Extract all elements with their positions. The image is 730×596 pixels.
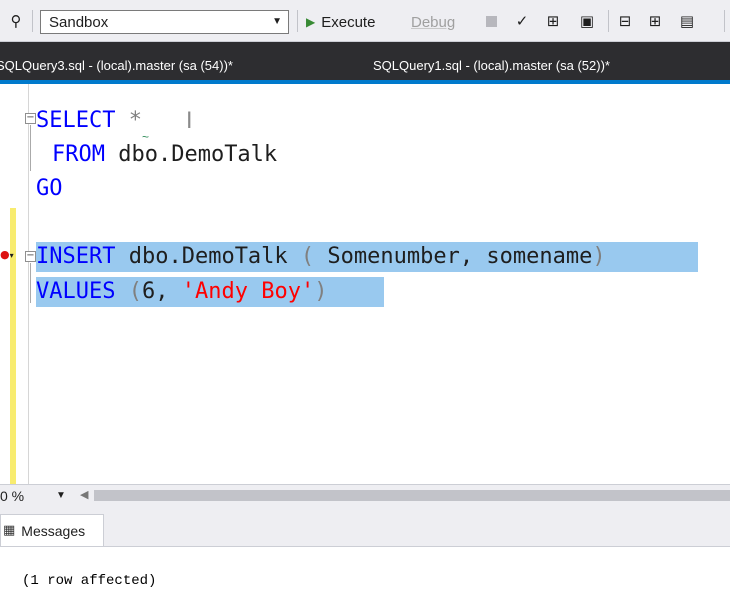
table-name: dbo.DemoTalk — [115, 244, 301, 269]
database-select-value: Sandbox — [49, 14, 109, 31]
string-literal: 'Andy Boy' — [181, 279, 315, 304]
execute-label: Execute — [321, 13, 376, 31]
column-list: Somenumber, somename — [314, 244, 593, 269]
keyword-values: VALUES — [36, 279, 116, 304]
database-select[interactable]: Sandbox ▼ — [40, 10, 289, 34]
code-line-5: VALUES (6, 'Andy Boy') — [36, 277, 384, 307]
toolbar-separator — [608, 10, 609, 32]
scroll-left-icon[interactable]: ◀ — [80, 488, 88, 501]
debug-button[interactable]: Debug — [411, 10, 455, 34]
query-editor[interactable]: − SELECT * ~ I FROM dbo.DemoTalk GO ●▾ −… — [0, 84, 730, 484]
change-connection-icon[interactable]: ⚲ — [4, 10, 28, 32]
messages-tab-label: Messages — [21, 522, 86, 539]
chevron-down-icon[interactable]: ▼ — [56, 490, 66, 501]
toolbar-separator — [724, 10, 725, 32]
play-icon: ▶ — [306, 15, 316, 29]
open-paren: ( — [300, 244, 315, 269]
fold-guide — [30, 263, 31, 303]
keyword-go: GO — [36, 176, 63, 201]
keyword-from: FROM — [52, 142, 105, 167]
debug-label: Debug — [411, 13, 456, 31]
text-cursor-icon: I — [186, 109, 193, 134]
tab-sqlquery1[interactable]: SQLQuery1.sql - (local).master (sa (52))… — [373, 42, 610, 84]
messages-pane: (1 row affected) — [0, 546, 730, 596]
tab-messages[interactable]: ▦ Messages — [0, 514, 104, 546]
toolbar-separator — [297, 10, 298, 32]
code-line-3: GO — [36, 174, 63, 204]
collapse-icon[interactable]: − — [25, 251, 36, 262]
quick-action-icon[interactable]: ●▾ — [0, 248, 20, 262]
messages-icon: ▦ — [3, 523, 16, 538]
close-paren: ) — [592, 244, 606, 269]
select-star: * — [115, 108, 142, 133]
document-tabbar: SQLQuery3.sql - (local).master (sa (54))… — [0, 42, 730, 84]
result-message: (1 row affected) — [22, 573, 157, 589]
parse-checkmark-icon[interactable]: ✓ — [512, 10, 532, 32]
collapse-icon[interactable]: − — [25, 113, 36, 124]
live-query-statistics-icon[interactable]: ⊞ — [644, 10, 666, 32]
tab-sqlquery3[interactable]: SQLQuery3.sql - (local).master (sa (54))… — [0, 42, 233, 84]
code-line-1: SELECT * — [36, 106, 142, 136]
include-actual-plan-icon[interactable]: ⊟ — [614, 10, 636, 32]
open-paren: ( — [115, 279, 142, 304]
toolbar-separator — [32, 10, 33, 32]
code-line-4: INSERT dbo.DemoTalk ( Somenumber, somena… — [36, 242, 698, 272]
query-options-icon[interactable]: ▣ — [576, 10, 598, 32]
results-tabbar: ▦ Messages — [0, 506, 730, 546]
code-line-2: FROM dbo.DemoTalk — [52, 140, 277, 170]
keyword-insert: INSERT — [36, 244, 116, 269]
fold-guide — [30, 125, 31, 171]
table-name: dbo.DemoTalk — [104, 142, 278, 167]
display-estimated-plan-icon[interactable]: ⊞ — [542, 10, 564, 32]
number-literal: 6, — [141, 279, 182, 304]
zoom-level[interactable]: 0 % — [0, 488, 24, 504]
client-statistics-icon[interactable]: ▤ — [676, 10, 698, 32]
stop-icon[interactable] — [486, 16, 497, 27]
close-paren: ) — [314, 279, 328, 304]
horizontal-scrollbar[interactable] — [94, 490, 730, 501]
execute-button[interactable]: ▶ Execute — [306, 10, 375, 34]
editor-margin — [28, 84, 29, 484]
keyword-select: SELECT — [36, 108, 116, 133]
chevron-down-icon: ▼ — [272, 16, 282, 27]
query-toolbar: ⚲ Sandbox ▼ ▶ Execute Debug ✓ ⊞ ▣ ⊟ ⊞ ▤ — [0, 0, 730, 42]
zoom-bar: 0 % ▼ ◀ — [0, 484, 730, 506]
